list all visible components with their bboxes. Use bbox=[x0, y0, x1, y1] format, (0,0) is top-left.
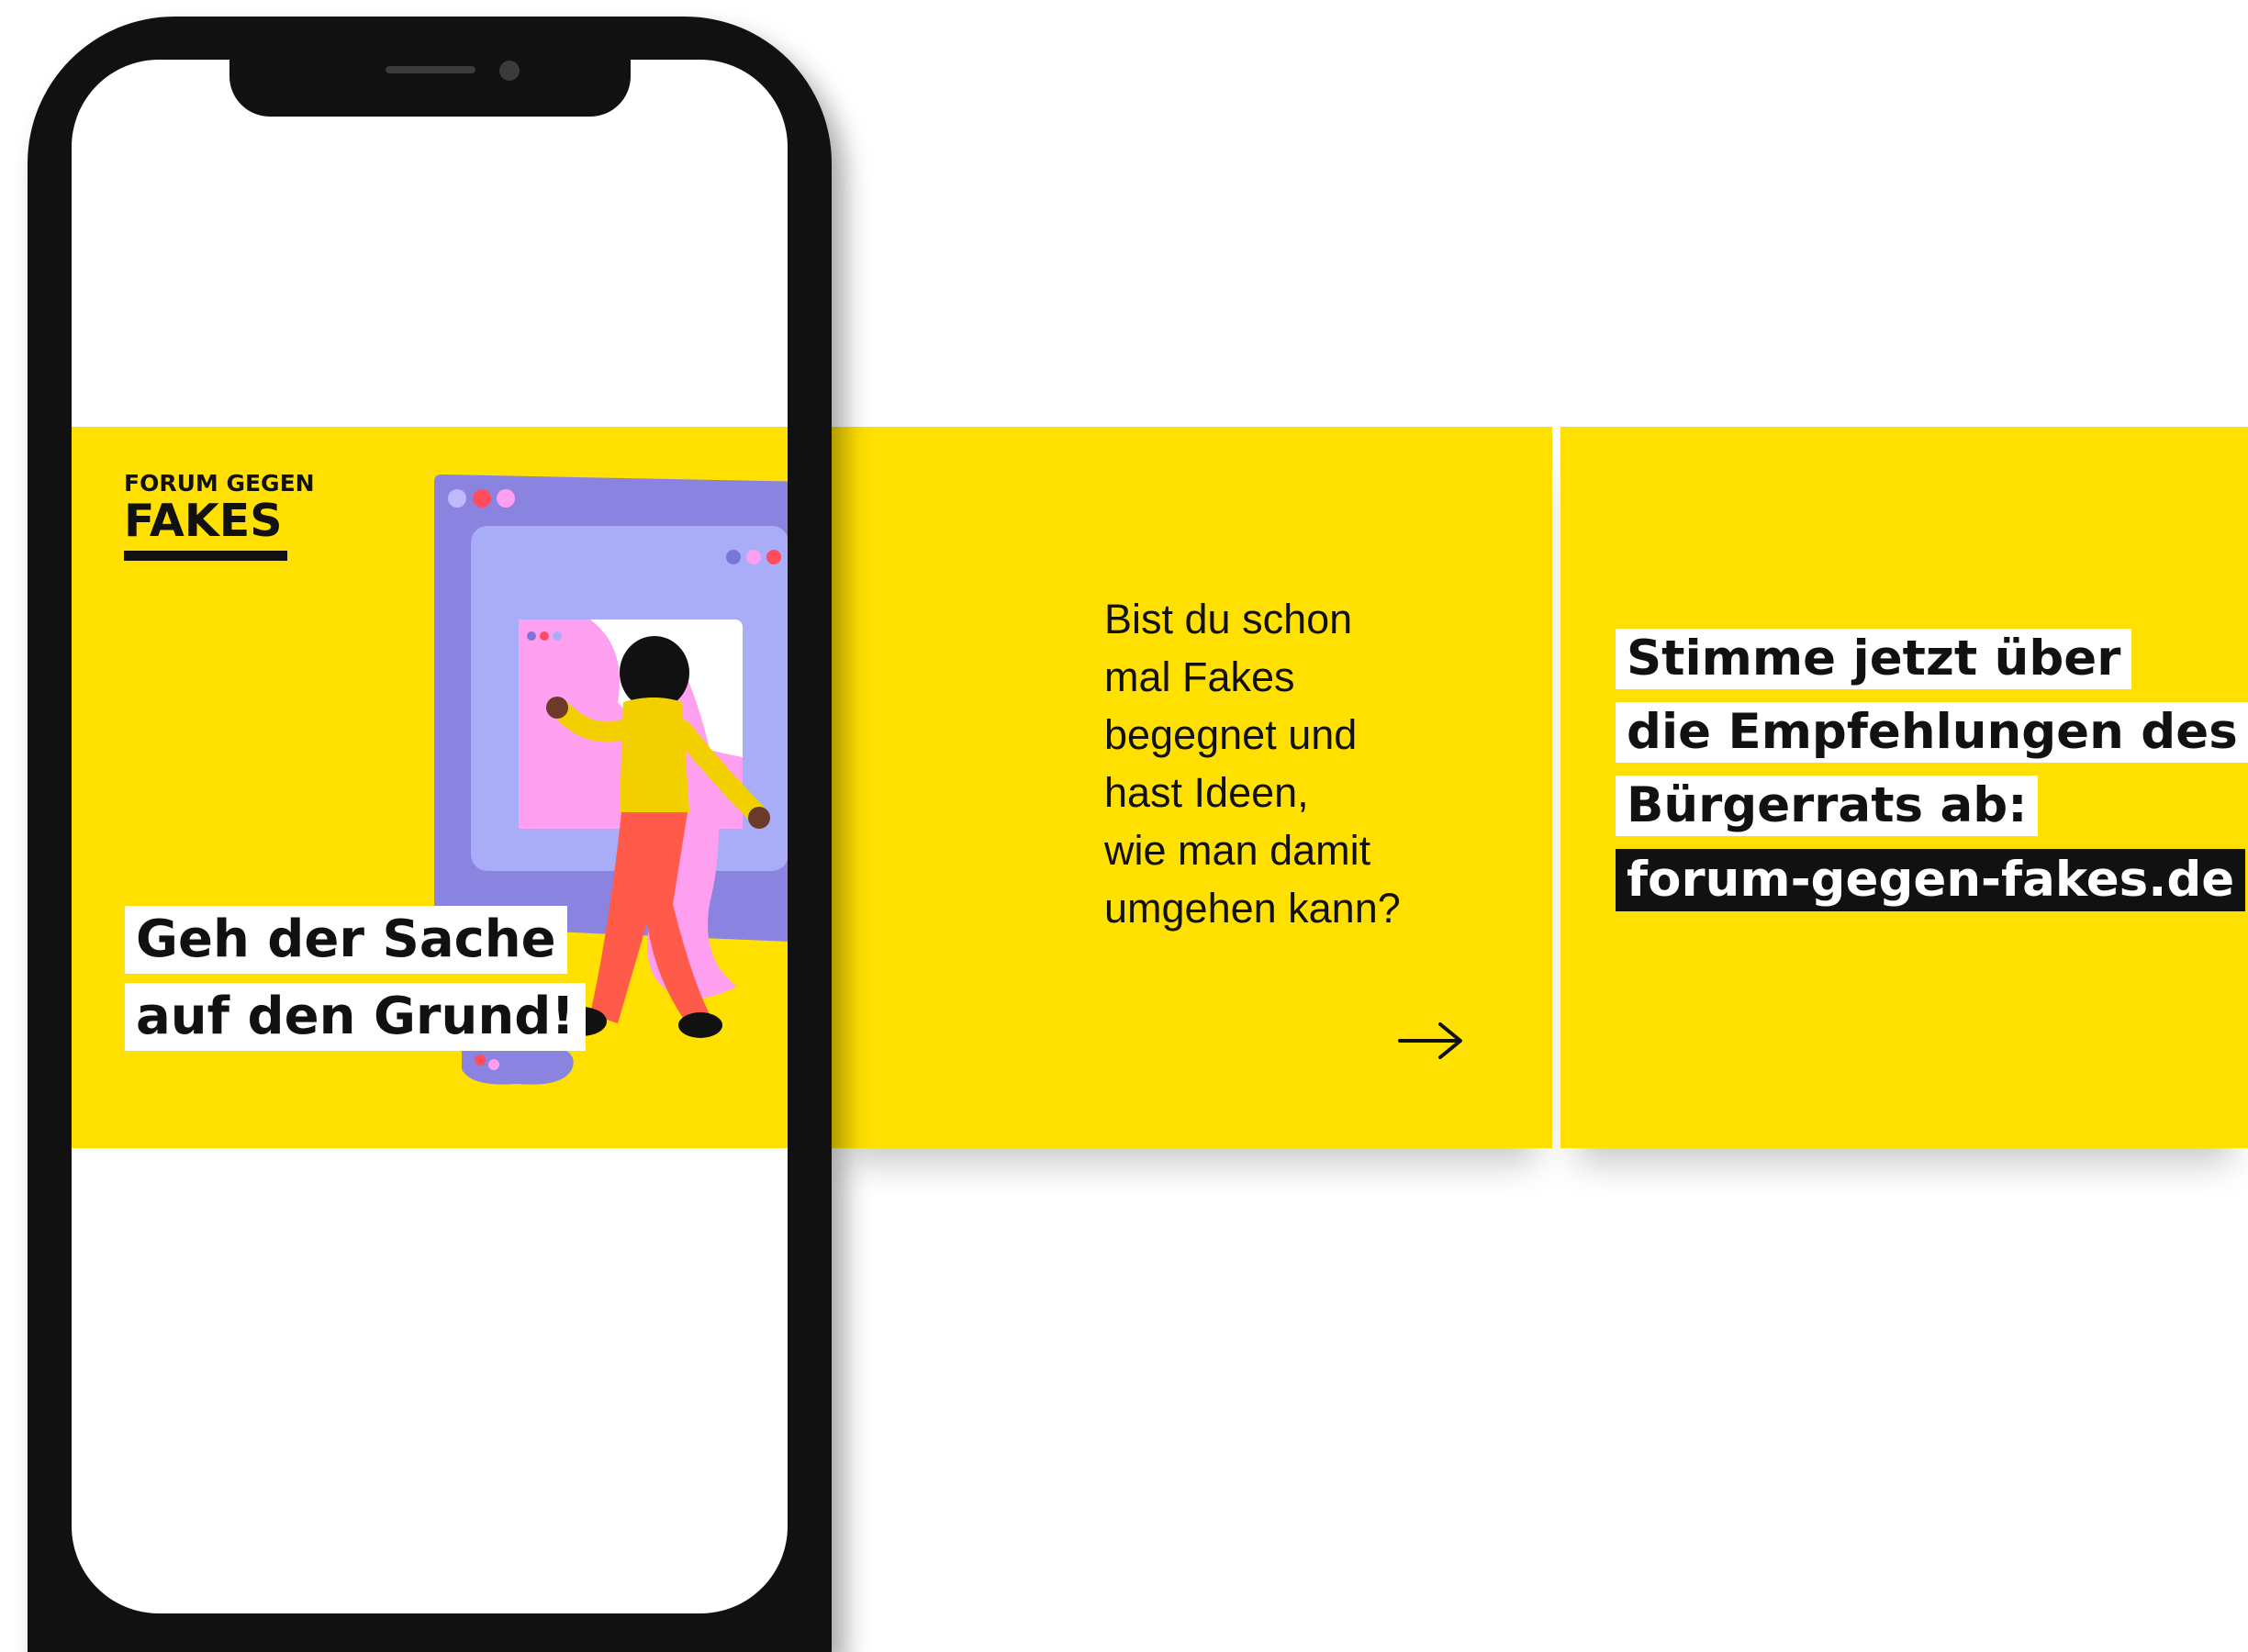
camera-icon bbox=[499, 61, 520, 81]
slide-2-question: Bist du schon mal Fakes begegnet und has… bbox=[1104, 590, 1490, 937]
logo-line-2: FAKES bbox=[124, 495, 283, 547]
slide-2-line: mal Fakes bbox=[1104, 653, 1295, 700]
headline-line: auf den Grund! bbox=[125, 983, 586, 1051]
arrow-right-icon[interactable] bbox=[1398, 1019, 1464, 1063]
logo-underline bbox=[124, 551, 287, 561]
slide-2-line: begegnet und bbox=[1104, 711, 1358, 758]
carousel-slide-3[interactable]: Stimme jetzt über die Empfehlungen des B… bbox=[1560, 427, 2248, 1148]
carousel-slide-2[interactable]: Bist du schon mal Fakes begegnet und has… bbox=[832, 427, 1552, 1148]
slide-3-line: die Empfehlungen des bbox=[1616, 702, 2248, 763]
forum-gegen-fakes-logo: FORUM GEGEN FAKES bbox=[124, 470, 315, 561]
slide-2-line: hast Ideen, bbox=[1104, 769, 1309, 816]
website-link[interactable]: forum-gegen-fakes.de bbox=[1616, 849, 2246, 911]
slide-3-line: Bürgerrats ab: bbox=[1616, 776, 2039, 836]
headline-line: Geh der Sache bbox=[125, 906, 567, 974]
slide-2-line: umgehen kann? bbox=[1104, 885, 1401, 932]
carousel-slide-1[interactable]: FORUM GEGEN FAKES Geh der Sache auf den … bbox=[72, 427, 788, 1148]
carousel-mockup: Bist du schon mal Fakes begegnet und has… bbox=[0, 0, 2248, 1652]
slide-1-headline: Geh der Sache auf den Grund! bbox=[125, 906, 586, 1060]
slide-2-line: Bist du schon bbox=[1104, 596, 1353, 642]
phone-screen: FORUM GEGEN FAKES Geh der Sache auf den … bbox=[72, 60, 788, 1613]
slide-2-line: wie man damit bbox=[1104, 827, 1371, 874]
slide-3-call-to-action: Stimme jetzt über die Empfehlungen des B… bbox=[1616, 629, 2248, 911]
slide-3-line: Stimme jetzt über bbox=[1616, 629, 2132, 689]
speaker-icon bbox=[386, 66, 475, 73]
logo-line-1: FORUM GEGEN bbox=[124, 470, 315, 497]
